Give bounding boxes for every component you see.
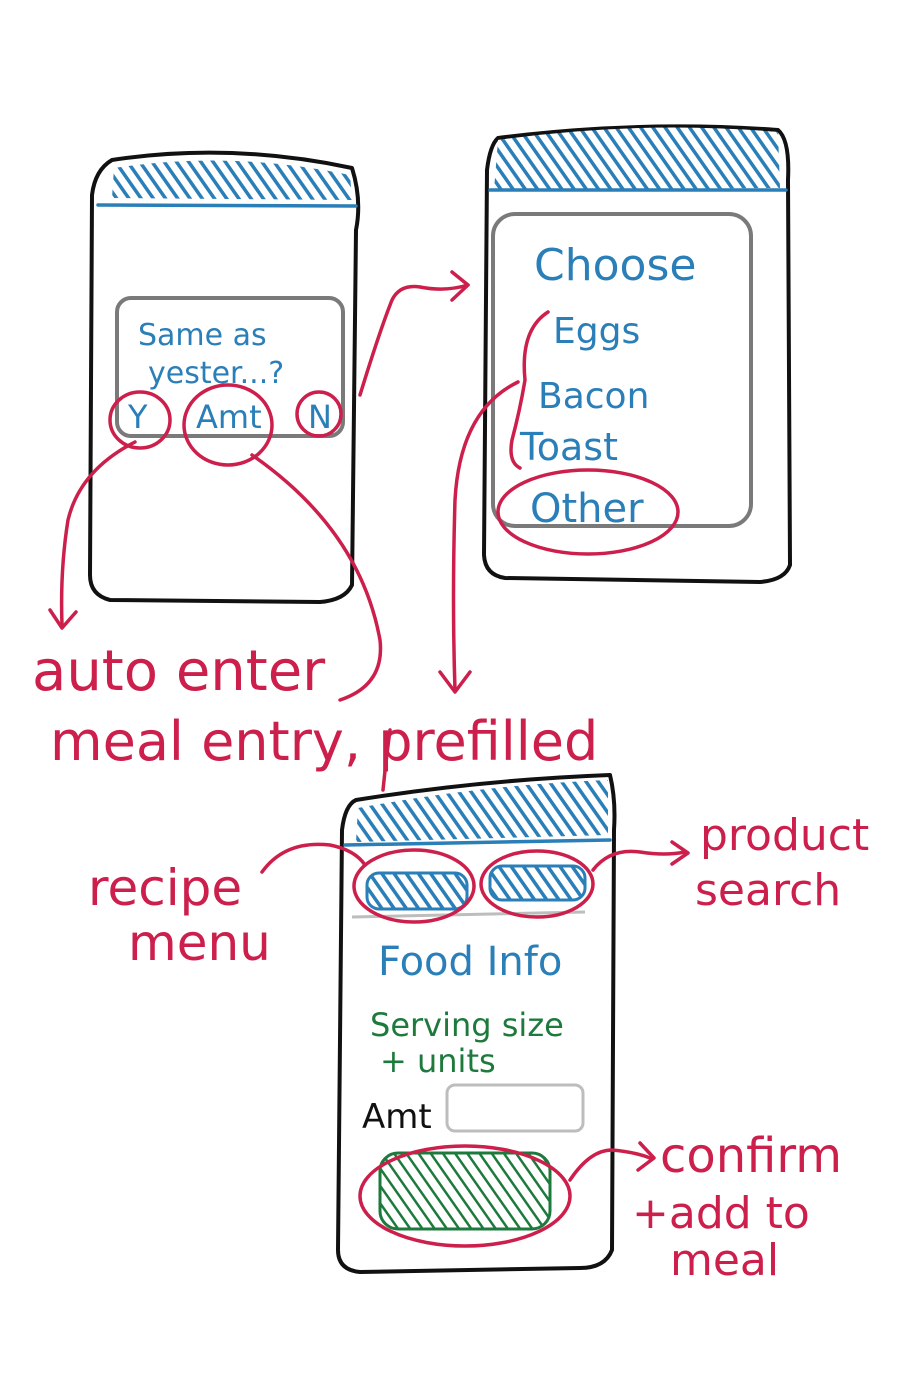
food-info-label: Food Info (378, 939, 562, 985)
auto-enter-note: auto enter (32, 639, 326, 704)
recipe-menu-button[interactable] (365, 871, 469, 911)
option-bacon[interactable]: Bacon (538, 376, 649, 417)
recipe-menu-connector (260, 842, 367, 874)
no-button-label: N (308, 398, 332, 436)
amount-label: Amt (362, 1097, 432, 1137)
meal-entry-note: meal entry, prefilled (50, 710, 598, 773)
phone-3-header-bar (356, 780, 608, 842)
confirm-arrow (568, 1148, 652, 1182)
confirm-note-3: meal (670, 1235, 779, 1286)
option-eggs[interactable]: Eggs (553, 311, 640, 352)
phone-1-header-bar (112, 160, 352, 200)
choose-title: Choose (534, 240, 696, 291)
units-label: + units (380, 1042, 496, 1080)
confirm-note-2: +add to (632, 1188, 810, 1239)
phone-2-header-bar (494, 127, 780, 190)
product-search-arrow (591, 849, 687, 872)
amount-input[interactable] (445, 1083, 585, 1133)
no-button[interactable]: N (308, 398, 332, 436)
arrow-yes-to-auto-enter (59, 440, 137, 627)
confirm-note-1: confirm (660, 1128, 842, 1184)
wireframe-sketch: Same as yester...? Y Amt N Choose Eggs B… (32, 124, 869, 1286)
serving-size-label: Serving size (370, 1006, 564, 1044)
product-note-1: product (700, 810, 869, 861)
dialog-text-line-1: Same as (138, 318, 267, 353)
product-search-button[interactable] (488, 864, 587, 902)
recipe-note-2: menu (128, 914, 271, 972)
yes-button-label: Y (127, 398, 148, 436)
confirm-add-button[interactable] (378, 1151, 552, 1231)
amount-button[interactable]: Amt (196, 398, 262, 436)
phone-1-same-as-yesterday: Same as yester...? Y Amt N (88, 150, 361, 604)
option-toast[interactable]: Toast (519, 425, 618, 469)
phone-2-choose-food: Choose Eggs Bacon Toast Other (482, 124, 792, 584)
product-note-2: search (695, 865, 841, 916)
option-other[interactable]: Other (530, 486, 644, 532)
phone-3-meal-entry: Food Info Serving size + units Amt (336, 773, 617, 1274)
yes-button[interactable]: Y (127, 398, 148, 436)
amount-button-label: Amt (196, 398, 262, 436)
recipe-note-1: recipe (88, 859, 242, 917)
